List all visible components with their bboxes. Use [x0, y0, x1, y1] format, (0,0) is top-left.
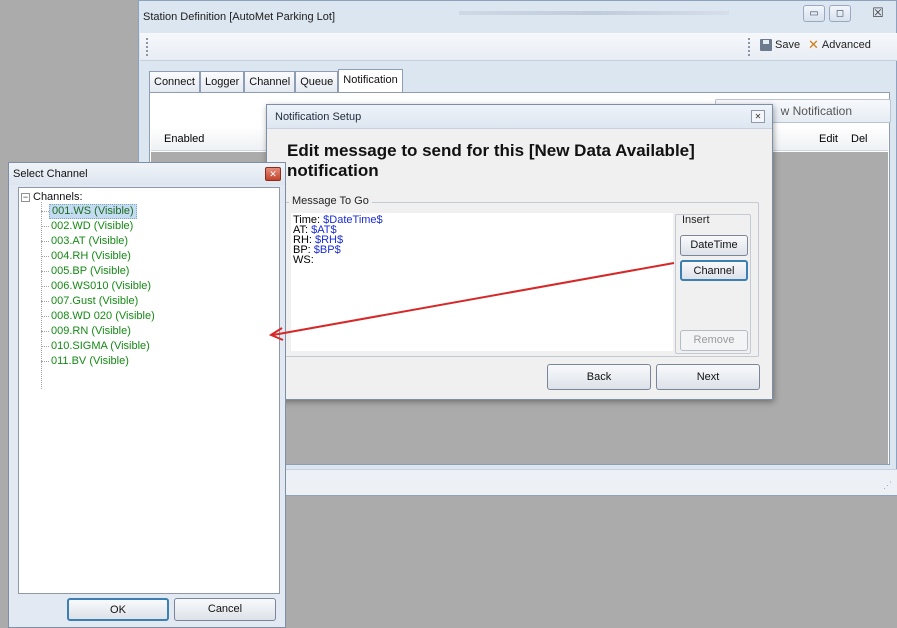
- close-icon[interactable]: ✕: [265, 167, 281, 181]
- tab-strip: Connect Logger Channel Queue Notificatio…: [149, 69, 403, 93]
- tree-item-channel[interactable]: 011.BV (Visible): [41, 354, 131, 368]
- tree-item-channel[interactable]: 003.AT (Visible): [41, 234, 130, 248]
- tree-item-label: 007.Gust (Visible): [51, 294, 139, 307]
- close-icon[interactable]: ✕: [751, 110, 765, 123]
- advanced-label: Advanced: [821, 39, 871, 51]
- message-line: RH: $RH$: [293, 234, 344, 246]
- message-line: BP: $BP$: [293, 244, 341, 256]
- tree-item-channel[interactable]: 002.WD (Visible): [41, 219, 135, 233]
- toolbar-grip-right[interactable]: [748, 38, 750, 56]
- tree-item-label: 001.WS (Visible): [49, 203, 137, 219]
- next-button[interactable]: Next: [656, 364, 760, 390]
- select-channel-window: Select Channel ✕ − Channels: 001.WS (Vis…: [8, 162, 286, 628]
- tree-item-label: 009.RN (Visible): [51, 324, 131, 337]
- insert-label: Insert: [682, 214, 710, 226]
- cancel-button[interactable]: Cancel: [174, 598, 276, 621]
- message-line: AT: $AT$: [293, 224, 337, 236]
- channel-tree: − Channels: 001.WS (Visible) 002.WD (Visi…: [18, 187, 280, 594]
- tree-branch-line: [41, 210, 49, 212]
- dialog-title-bar: Notification Setup ✕: [267, 105, 772, 129]
- tree-item-channel[interactable]: 001.WS (Visible): [41, 203, 137, 219]
- message-textbox[interactable]: Time: $DateTime$ AT: $AT$ RH: $RH$ BP: $…: [291, 213, 673, 351]
- tab-connect[interactable]: Connect: [149, 71, 200, 93]
- tab-logger[interactable]: Logger: [199, 71, 245, 93]
- minimize-button[interactable]: ▭: [803, 5, 825, 22]
- restore-button[interactable]: ◻: [829, 5, 851, 22]
- tree-item-label: 011.BV (Visible): [51, 354, 129, 367]
- tree-item-channel[interactable]: 006.WS010 (Visible): [41, 279, 153, 293]
- tree-branch-line: [41, 315, 49, 317]
- message-line: WS:: [293, 254, 314, 266]
- tab-channel[interactable]: Channel: [244, 71, 296, 93]
- select-channel-title: Select Channel: [13, 168, 88, 180]
- save-label: Save: [775, 39, 801, 51]
- column-header-edit[interactable]: Edit: [819, 133, 838, 145]
- advanced-button[interactable]: ✕ Advanced: [808, 37, 871, 52]
- tree-item-channel[interactable]: 004.RH (Visible): [41, 249, 133, 263]
- tree-branch-line: [41, 285, 49, 287]
- insert-group: Insert DateTime Channel Remove: [675, 214, 751, 354]
- message-group-label: Message To Go: [289, 195, 372, 207]
- tree-item-channel[interactable]: 008.WD 020 (Visible): [41, 309, 157, 323]
- dialog-title: Notification Setup: [275, 111, 362, 123]
- tree-branch-line: [41, 330, 49, 332]
- column-header-enabled[interactable]: Enabled: [164, 133, 204, 145]
- tree-branch-line: [41, 240, 49, 242]
- close-button[interactable]: ☒: [867, 5, 889, 22]
- dialog-heading: Edit message to send for this [New Data …: [287, 141, 695, 180]
- station-window-title: Station Definition [AutoMet Parking Lot]: [143, 11, 335, 23]
- tree-item-label: 010.SIGMA (Visible): [51, 339, 150, 352]
- insert-datetime-button[interactable]: DateTime: [680, 235, 748, 256]
- title-bar-blur: [459, 11, 729, 15]
- back-button[interactable]: Back: [547, 364, 651, 390]
- tools-icon: ✕: [808, 37, 819, 52]
- tree-branch-line: [41, 255, 49, 257]
- tree-item-label: 006.WS010 (Visible): [51, 279, 152, 292]
- tree-item-channel[interactable]: 007.Gust (Visible): [41, 294, 140, 308]
- tree-branch-line: [41, 345, 49, 347]
- insert-channel-button[interactable]: Channel: [680, 260, 748, 281]
- remove-button[interactable]: Remove: [680, 330, 748, 351]
- tree-branch-line: [41, 360, 49, 362]
- resize-grip-icon[interactable]: ⋰: [883, 480, 892, 491]
- tree-item-label: 002.WD (Visible): [51, 219, 134, 232]
- select-channel-title-bar: Select Channel ✕: [9, 163, 285, 185]
- tree-root-node[interactable]: − Channels:: [21, 191, 83, 203]
- tree-item-channel[interactable]: 010.SIGMA (Visible): [41, 339, 152, 353]
- ok-button[interactable]: OK: [67, 598, 169, 621]
- tree-item-label: 008.WD 020 (Visible): [51, 309, 155, 322]
- toolbar-grip[interactable]: [146, 38, 148, 56]
- save-button[interactable]: Save: [760, 39, 800, 51]
- tab-notification[interactable]: Notification: [338, 69, 403, 93]
- tree-item-channel[interactable]: 009.RN (Visible): [41, 324, 133, 338]
- collapse-icon[interactable]: −: [21, 192, 30, 202]
- tree-item-label: 004.RH (Visible): [51, 249, 131, 262]
- tab-queue[interactable]: Queue: [295, 71, 339, 93]
- tree-item-channel[interactable]: 005.BP (Visible): [41, 264, 131, 278]
- tree-item-label: 003.AT (Visible): [51, 234, 129, 247]
- floppy-disk-icon: [760, 39, 772, 51]
- message-line: Time: $DateTime$: [293, 214, 383, 226]
- toolbar: Save ✕ Advanced: [140, 33, 897, 61]
- message-to-go-group: Message To Go Time: $DateTime$ AT: $AT$ …: [282, 195, 759, 357]
- tree-item-label: 005.BP (Visible): [51, 264, 130, 277]
- tree-branch-line: [41, 270, 49, 272]
- tree-branch-line: [41, 225, 49, 227]
- tree-branch-line: [41, 300, 49, 302]
- column-header-del[interactable]: Del: [851, 133, 868, 145]
- notification-setup-dialog: Notification Setup ✕ Edit message to sen…: [266, 104, 773, 400]
